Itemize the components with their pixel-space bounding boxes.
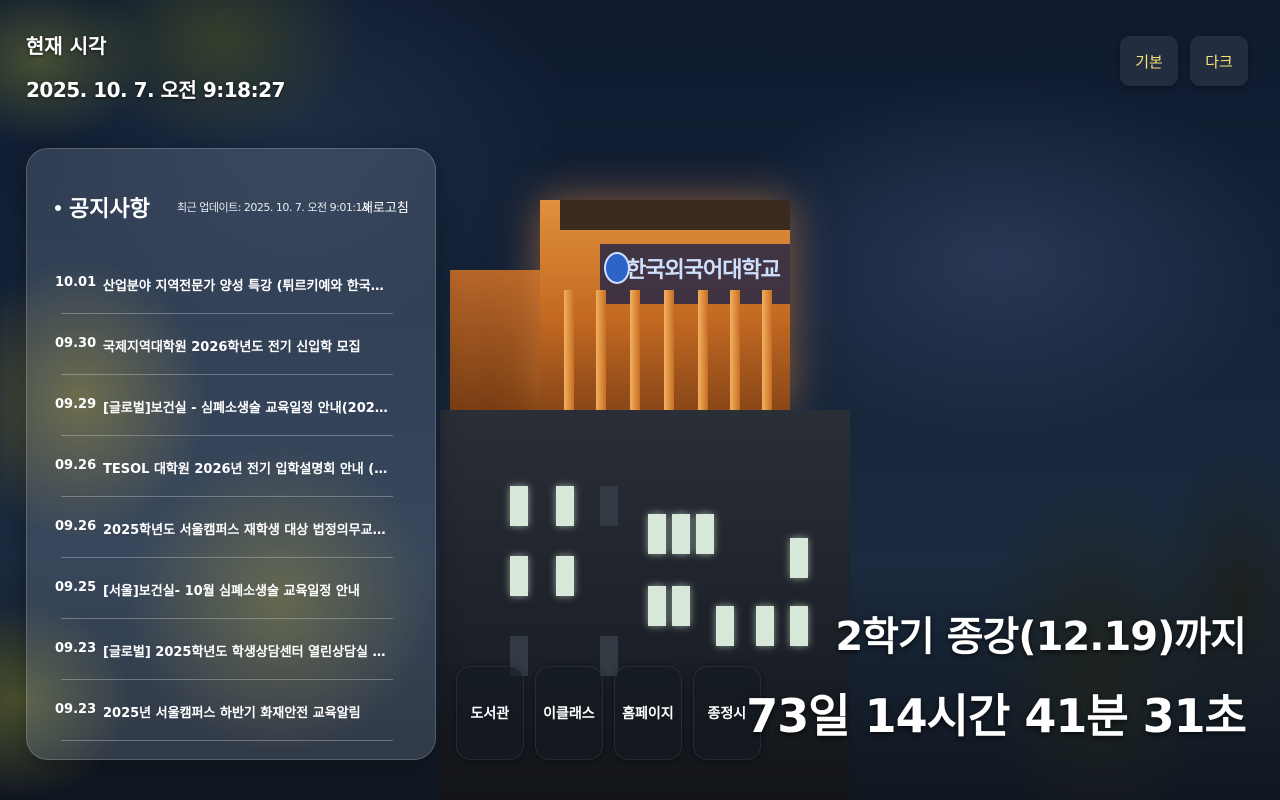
building-column <box>564 290 574 410</box>
notice-header: 공지사항 최근 업데이트: 2025. 10. 7. 오전 9:01:13 새로… <box>55 191 415 223</box>
notice-date: 09.25 <box>55 580 97 595</box>
notice-item[interactable]: 10.01 산업분야 지역전문가 양성 특강 (튀르키예와 한국의 가… <box>27 253 435 314</box>
notice-text: TESOL 대학원 2026년 전기 입학설명회 안내 (온라인) <box>103 462 393 477</box>
building-cornice <box>560 200 790 230</box>
building-window <box>510 486 528 526</box>
notice-date: 09.29 <box>55 397 97 412</box>
notice-item[interactable]: 09.23 [글로벌] 2025학년도 학생상담센터 열린상담실 개최 <box>27 619 435 680</box>
building-window <box>600 486 618 526</box>
eclass-button[interactable]: 이클래스 <box>535 666 603 760</box>
notice-date: 09.23 <box>55 641 97 656</box>
building-sign-text: 한국외국어대학교 <box>626 257 781 283</box>
dashboard: 한국외국어대학교 현재 시각 2025. 10. 7. 오전 9:18:27 기… <box>0 0 1280 800</box>
notice-item[interactable]: 09.29 [글로벌]보건실 - 심폐소생술 교육일정 안내(2025.10.… <box>27 375 435 436</box>
notice-text: 산업분야 지역전문가 양성 특강 (튀르키예와 한국의 가… <box>103 279 393 294</box>
building-window <box>756 606 774 646</box>
notice-title: 공지사항 <box>69 197 150 222</box>
countdown-label: 2학기 종강(12.19)까지 <box>835 614 1247 660</box>
notice-item[interactable]: 09.26 2025학년도 서울캠퍼스 재학생 대상 법정의무교육 이… <box>27 497 435 558</box>
notice-updated-time: 최근 업데이트: 2025. 10. 7. 오전 9:01:13 <box>177 201 369 214</box>
notice-text: [서울]보건실- 10월 심폐소생술 교육일정 안내 <box>103 584 360 599</box>
notice-text: 2025학년도 서울캠퍼스 재학생 대상 법정의무교육 이… <box>103 523 393 538</box>
notice-text: 2025년 서울캠퍼스 하반기 화재안전 교육알림 <box>103 706 361 721</box>
notice-panel: 공지사항 최근 업데이트: 2025. 10. 7. 오전 9:01:13 새로… <box>26 148 436 760</box>
building-window <box>716 606 734 646</box>
building-window <box>672 514 690 554</box>
notice-date: 09.30 <box>55 336 97 351</box>
theme-basic-button[interactable]: 기본 <box>1120 36 1178 86</box>
building-column <box>730 290 740 410</box>
homepage-button[interactable]: 홈페이지 <box>614 666 682 760</box>
countdown-value: 73일 14시간 41분 31초 <box>746 689 1247 743</box>
notice-divider <box>61 740 393 741</box>
building-window <box>672 586 690 626</box>
building-column <box>630 290 640 410</box>
notice-item[interactable]: 09.25 [서울]보건실- 10월 심폐소생술 교육일정 안내 <box>27 558 435 619</box>
clock-label: 현재 시각 <box>26 34 107 58</box>
refresh-button[interactable]: 새로고침 <box>361 197 409 216</box>
notice-date: 09.26 <box>55 458 97 473</box>
notice-item[interactable]: 09.23 2025년 서울캠퍼스 하반기 화재안전 교육알림 <box>27 680 435 741</box>
notice-item[interactable]: 09.26 TESOL 대학원 2026년 전기 입학설명회 안내 (온라인) <box>27 436 435 497</box>
notice-item[interactable]: 09.30 국제지역대학원 2026학년도 전기 신입학 모집 <box>27 314 435 375</box>
notice-date: 09.26 <box>55 519 97 534</box>
building-window <box>696 514 714 554</box>
building-window <box>600 636 618 676</box>
building-window <box>556 556 574 596</box>
bullet-icon <box>55 205 61 211</box>
building-column <box>698 290 708 410</box>
notice-text: [글로벌]보건실 - 심폐소생술 교육일정 안내(2025.10.… <box>103 401 393 416</box>
notice-date: 09.23 <box>55 702 97 717</box>
library-button[interactable]: 도서관 <box>456 666 524 760</box>
building-window <box>648 514 666 554</box>
notice-text: [글로벌] 2025학년도 학생상담센터 열린상담실 개최 <box>103 645 393 660</box>
building-column <box>664 290 674 410</box>
notice-text: 국제지역대학원 2026학년도 전기 신입학 모집 <box>103 340 361 355</box>
building-window <box>790 606 808 646</box>
clock-value: 2025. 10. 7. 오전 9:18:27 <box>26 78 285 102</box>
theme-dark-button[interactable]: 다크 <box>1190 36 1248 86</box>
building-column <box>762 290 772 410</box>
notice-list: 10.01 산업분야 지역전문가 양성 특강 (튀르키예와 한국의 가… 09.… <box>27 253 435 741</box>
notice-date: 10.01 <box>55 275 97 290</box>
building-window <box>648 586 666 626</box>
building-window <box>556 486 574 526</box>
building-window <box>790 538 808 578</box>
building-column <box>596 290 606 410</box>
building-window <box>510 556 528 596</box>
